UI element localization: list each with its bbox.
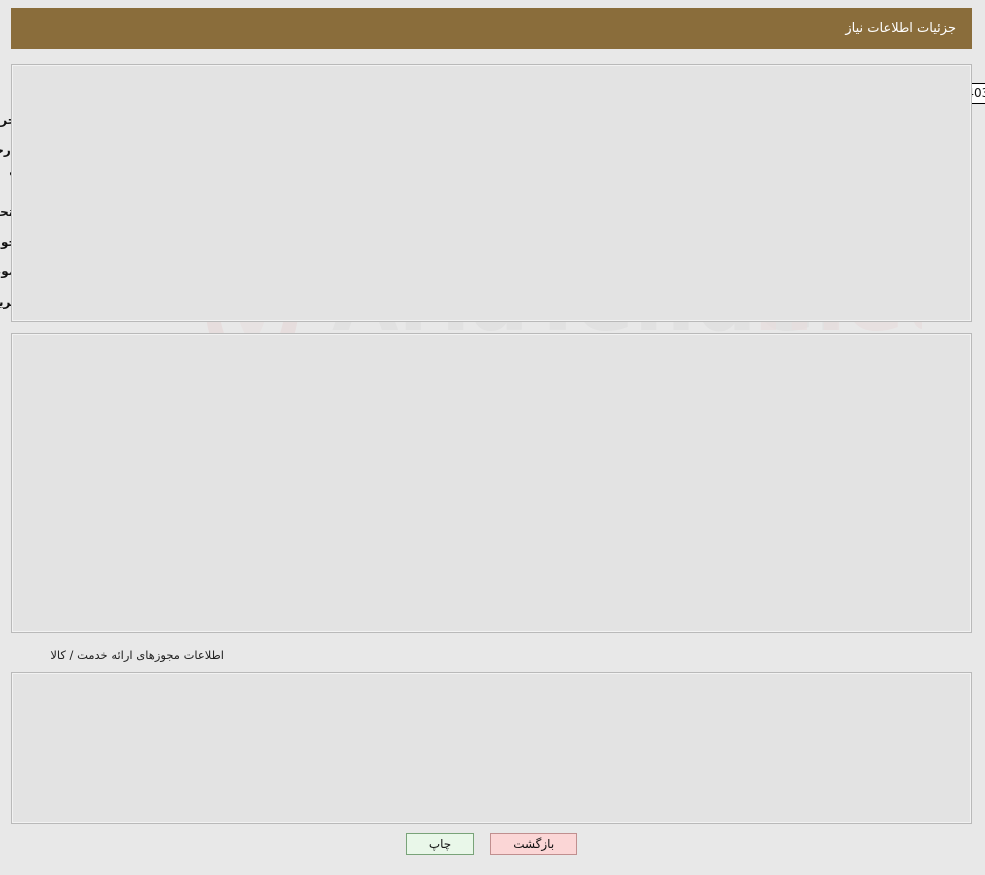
footer-actions: بازگشت چاپ — [0, 833, 985, 855]
back-button[interactable]: بازگشت — [491, 833, 579, 855]
need-info-panel — [12, 64, 973, 322]
permits-section-label: اطلاعات مجوزهای ارائه خدمت / کالا — [51, 648, 225, 662]
print-button[interactable]: چاپ — [406, 833, 476, 855]
page-header: جزئیات اطلاعات نیاز — [12, 8, 973, 49]
page-title: جزئیات اطلاعات نیاز — [846, 21, 957, 36]
service-details-panel — [12, 333, 973, 633]
permits-panel — [12, 672, 973, 824]
